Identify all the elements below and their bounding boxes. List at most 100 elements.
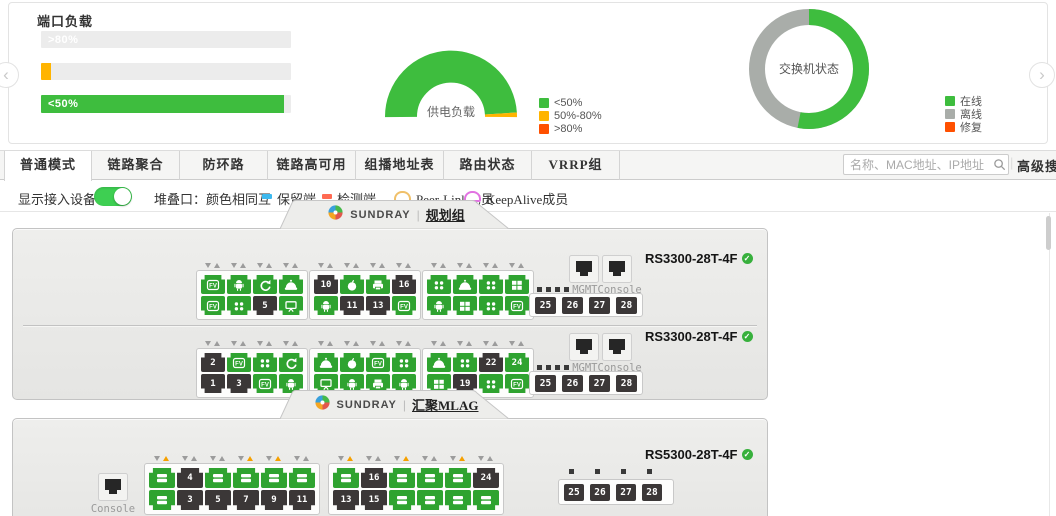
apple-device-port[interactable] bbox=[340, 275, 364, 294]
bars-device-port[interactable] bbox=[445, 490, 471, 510]
group-tab: SUNDRAY|规划组 bbox=[279, 200, 513, 229]
bars-device-port[interactable] bbox=[233, 468, 259, 488]
fv-device-port[interactable]: FV bbox=[227, 353, 251, 372]
port[interactable]: 11 bbox=[289, 490, 315, 510]
uplink-port[interactable]: 26 bbox=[590, 484, 610, 501]
sync-device-port[interactable] bbox=[279, 353, 303, 372]
dots-device-port[interactable] bbox=[479, 275, 503, 294]
dots-device-port[interactable] bbox=[479, 296, 503, 315]
apple-device-port[interactable] bbox=[340, 353, 364, 372]
rj45-jack-icon[interactable] bbox=[602, 333, 632, 361]
port[interactable]: 4 bbox=[177, 468, 203, 488]
port[interactable]: 22 bbox=[479, 353, 503, 372]
fv-device-port[interactable]: FV bbox=[201, 296, 225, 315]
uplink-port[interactable]: 28 bbox=[616, 297, 637, 314]
port[interactable]: 10 bbox=[314, 275, 338, 294]
bars-device-port[interactable] bbox=[389, 490, 415, 510]
port[interactable]: 5 bbox=[205, 490, 231, 510]
show-devices-toggle[interactable] bbox=[94, 187, 132, 206]
uplink-port[interactable]: 26 bbox=[562, 375, 583, 392]
port-load-bar bbox=[41, 63, 291, 80]
bars-device-port[interactable] bbox=[333, 468, 359, 488]
fv-device-port[interactable]: FV bbox=[253, 374, 277, 393]
bars-device-port[interactable] bbox=[149, 468, 175, 488]
port[interactable]: 13 bbox=[366, 296, 390, 315]
fv-device-port[interactable]: FV bbox=[366, 353, 390, 372]
bars-device-port[interactable] bbox=[205, 468, 231, 488]
tab-路由状态[interactable]: 路由状态 bbox=[444, 151, 532, 180]
advanced-search-link[interactable]: 高级搜索 bbox=[1017, 156, 1056, 175]
port-number: 5 bbox=[215, 495, 220, 505]
carousel-next-button[interactable]: › bbox=[1029, 62, 1055, 88]
rj45-jack-icon[interactable] bbox=[602, 255, 632, 283]
bars-device-port[interactable] bbox=[289, 468, 315, 488]
ap-device-port[interactable] bbox=[427, 353, 451, 372]
uplink-port[interactable]: 27 bbox=[589, 375, 610, 392]
monitor-device-port[interactable] bbox=[279, 296, 303, 315]
bars-device-port[interactable] bbox=[261, 468, 287, 488]
tab-组播地址表[interactable]: 组播地址表 bbox=[356, 151, 444, 180]
bars-icon bbox=[450, 471, 466, 485]
ap-device-port[interactable] bbox=[314, 353, 338, 372]
port[interactable]: 24 bbox=[473, 468, 499, 488]
dots-device-port[interactable] bbox=[392, 353, 416, 372]
bars-device-port[interactable] bbox=[149, 490, 175, 510]
android-device-port[interactable] bbox=[427, 296, 451, 315]
tab-链路高可用[interactable]: 链路高可用 bbox=[268, 151, 356, 180]
dots-device-port[interactable] bbox=[427, 275, 451, 294]
port[interactable]: 24 bbox=[505, 353, 529, 372]
search-input[interactable] bbox=[843, 154, 1009, 175]
port[interactable]: 9 bbox=[261, 490, 287, 510]
port[interactable]: 13 bbox=[333, 490, 359, 510]
uplink-port[interactable]: 27 bbox=[616, 484, 636, 501]
port[interactable]: 16 bbox=[392, 275, 416, 294]
port[interactable]: 3 bbox=[177, 490, 203, 510]
tab-普通模式[interactable]: 普通模式 bbox=[4, 151, 92, 181]
printer-device-port[interactable] bbox=[366, 275, 390, 294]
scrollbar-track[interactable] bbox=[1049, 213, 1050, 516]
fv-device-port[interactable]: FV bbox=[505, 296, 529, 315]
uplink-port[interactable]: 28 bbox=[642, 484, 662, 501]
fv-device-port[interactable]: FV bbox=[392, 296, 416, 315]
bars-device-port[interactable] bbox=[445, 468, 471, 488]
rj45-jack-icon[interactable] bbox=[98, 473, 128, 501]
port[interactable]: 2 bbox=[201, 353, 225, 372]
rj45-jack-icon[interactable] bbox=[569, 333, 599, 361]
windows-device-port[interactable] bbox=[453, 296, 477, 315]
sync-device-port[interactable] bbox=[253, 275, 277, 294]
ap-device-port[interactable] bbox=[279, 275, 303, 294]
group-name-link[interactable]: 汇聚MLAG bbox=[412, 395, 478, 414]
scrollbar-thumb[interactable] bbox=[1046, 216, 1051, 250]
rj45-jack-icon[interactable] bbox=[569, 255, 599, 283]
tab-防环路[interactable]: 防环路 bbox=[180, 151, 268, 180]
group-name-link[interactable]: 规划组 bbox=[426, 205, 465, 224]
android-device-port[interactable] bbox=[227, 275, 251, 294]
search-icon[interactable] bbox=[993, 158, 1006, 171]
port[interactable]: 1 bbox=[201, 374, 225, 393]
dots-device-port[interactable] bbox=[453, 353, 477, 372]
uplink-port[interactable]: 26 bbox=[562, 297, 583, 314]
dots-device-port[interactable] bbox=[227, 296, 251, 315]
port[interactable]: 11 bbox=[340, 296, 364, 315]
port[interactable]: 7 bbox=[233, 490, 259, 510]
bars-device-port[interactable] bbox=[417, 468, 443, 488]
bars-device-port[interactable] bbox=[389, 468, 415, 488]
bars-device-port[interactable] bbox=[417, 490, 443, 510]
uplink-port[interactable]: 28 bbox=[616, 375, 637, 392]
fv-device-port[interactable]: FV bbox=[201, 275, 225, 294]
uplink-port[interactable]: 25 bbox=[535, 375, 556, 392]
port[interactable]: 3 bbox=[227, 374, 251, 393]
port[interactable]: 5 bbox=[253, 296, 277, 315]
dots-device-port[interactable] bbox=[253, 353, 277, 372]
uplink-port[interactable]: 27 bbox=[589, 297, 610, 314]
port[interactable]: 16 bbox=[361, 468, 387, 488]
uplink-port[interactable]: 25 bbox=[535, 297, 556, 314]
windows-device-port[interactable] bbox=[505, 275, 529, 294]
ap-device-port[interactable] bbox=[453, 275, 477, 294]
android-device-port[interactable] bbox=[314, 296, 338, 315]
port[interactable]: 15 bbox=[361, 490, 387, 510]
uplink-port[interactable]: 25 bbox=[564, 484, 584, 501]
tab-链路聚合[interactable]: 链路聚合 bbox=[92, 151, 180, 180]
bars-device-port[interactable] bbox=[473, 490, 499, 510]
tab-VRRP组[interactable]: VRRP组 bbox=[532, 151, 620, 180]
